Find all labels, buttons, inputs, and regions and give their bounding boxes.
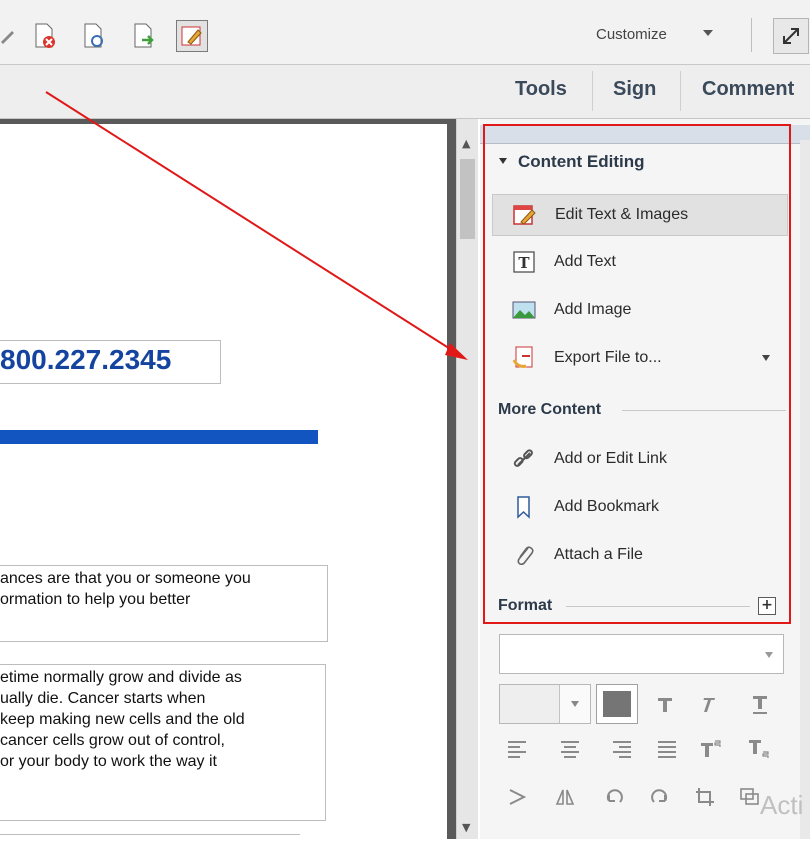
rotate-left-icon[interactable] [598,782,632,812]
item-label: Add or Edit Link [554,450,667,467]
expand-format-icon[interactable]: + [758,597,776,615]
text-block[interactable]: ances are that you or someone you ormati… [0,565,328,642]
replace-pages-icon[interactable] [80,22,108,50]
tab-sign[interactable]: Sign [613,78,656,101]
expand-icon[interactable] [773,18,809,54]
scrollbar-thumb[interactable] [460,159,475,239]
item-label: Add Text [554,253,616,270]
chevron-down-icon[interactable] [765,652,773,658]
align-right-icon[interactable] [605,734,639,764]
item-label: Export File to... [554,349,662,366]
section-content-editing[interactable]: Content Editing [518,152,645,172]
group-format: Format [498,597,553,614]
bold-icon[interactable] [648,690,682,720]
scroll-up-icon[interactable]: ▲ [462,137,470,150]
edit-text-images-button[interactable]: Edit Text & Images [492,194,788,236]
delete-pages-icon[interactable] [31,22,59,50]
superscript-icon[interactable] [694,734,728,764]
flip-icon[interactable] [548,782,582,812]
add-bookmark-button[interactable]: Add Bookmark [492,487,788,529]
font-color-picker[interactable] [596,684,638,724]
italic-icon[interactable] [690,690,724,720]
main-toolbar: Customize [0,0,810,65]
tab-tools[interactable]: Tools [515,78,567,101]
text-block-edge [0,834,300,845]
subscript-icon[interactable] [742,734,776,764]
export-file-icon [512,346,536,370]
blue-divider-bar [0,430,318,444]
panel-header-strip [480,125,810,144]
font-family-select[interactable] [499,634,784,674]
group-divider [566,606,750,607]
pencil-tool-icon[interactable] [0,22,22,50]
add-text-button[interactable]: T Add Text [492,242,788,284]
toolbar-divider [751,18,752,52]
edit-document-icon[interactable] [176,20,208,52]
tab-comment[interactable]: Comment [702,78,794,101]
extract-pages-icon[interactable] [130,22,158,50]
align-center-icon[interactable] [553,734,587,764]
crop-icon[interactable] [688,782,722,812]
collapse-caret-icon[interactable] [499,158,507,164]
export-file-button[interactable]: Export File to... [492,338,788,380]
add-edit-link-button[interactable]: Add or Edit Link [492,439,788,481]
pane-tab-bar: Tools Sign Comment [0,65,810,119]
text-block[interactable]: etime normally grow and divide as ually … [0,664,326,821]
svg-text:T: T [518,254,530,272]
tab-divider [592,71,593,111]
scroll-down-icon[interactable]: ▼ [462,821,470,834]
chevron-down-icon[interactable] [762,355,770,361]
tab-divider [680,71,681,111]
group-more-content: More Content [498,401,602,418]
chevron-down-icon[interactable] [559,685,590,723]
chevron-down-icon[interactable] [703,30,713,36]
item-label: Add Image [554,301,632,318]
bookmark-icon [512,495,536,519]
justify-icon[interactable] [650,734,684,764]
attach-file-button[interactable]: Attach a File [492,535,788,577]
underline-icon[interactable] [743,690,777,720]
add-text-icon: T [512,250,536,274]
document-scrollbar[interactable]: ▲ ▼ [456,119,478,839]
font-size-select[interactable] [499,684,591,724]
document-viewport[interactable]: 800.227.2345 ances are that you or someo… [0,119,456,839]
paperclip-icon [512,543,536,567]
add-image-button[interactable]: Add Image [492,290,788,332]
phone-number: 800.227.2345 [0,340,221,384]
add-image-icon [512,298,536,322]
item-label: Edit Text & Images [555,206,689,223]
item-label: Attach a File [554,546,643,563]
document-page: 800.227.2345 ances are that you or someo… [0,124,447,839]
rotate-right-icon[interactable] [642,782,676,812]
align-left-icon[interactable] [500,734,534,764]
edit-text-images-icon [513,203,537,227]
list-indent-icon[interactable] [500,782,534,812]
customize-menu[interactable]: Customize [596,26,667,43]
group-divider [622,410,786,411]
link-icon [512,447,536,471]
activate-windows-watermark: Acti [760,790,804,820]
panel-scrollbar[interactable] [800,140,810,839]
item-label: Add Bookmark [554,498,659,515]
